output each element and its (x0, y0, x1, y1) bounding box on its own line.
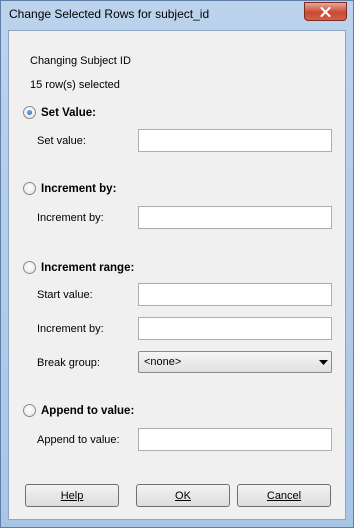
radio-button-increment-by[interactable] (23, 182, 36, 195)
dialog-window: Change Selected Rows for subject_id Chan… (0, 0, 354, 528)
radio-label-append: Append to value: (41, 404, 135, 417)
radio-label-increment-range: Increment range: (41, 261, 135, 274)
append-label: Append to value: (37, 434, 120, 446)
dropdown-arrow-icon[interactable] (315, 359, 331, 365)
radio-button-append[interactable] (23, 404, 36, 417)
set-value-label: Set value: (37, 135, 86, 147)
window-title: Change Selected Rows for subject_id (9, 7, 210, 21)
help-button[interactable]: Help (25, 484, 119, 507)
radio-set-value[interactable]: Set Value: (23, 106, 96, 119)
break-group-dropdown[interactable]: <none> (138, 351, 332, 373)
increment-by-input[interactable] (138, 206, 332, 229)
radio-label-set-value: Set Value: (41, 106, 96, 119)
dialog-body: Changing Subject ID 15 row(s) selected S… (8, 30, 346, 520)
start-value-label: Start value: (37, 289, 93, 301)
range-increment-input[interactable] (138, 317, 332, 340)
close-button[interactable] (304, 2, 347, 21)
break-group-label: Break group: (37, 357, 100, 369)
selection-count: 15 row(s) selected (30, 79, 120, 91)
heading-text: Changing Subject ID (30, 55, 131, 67)
radio-button-increment-range[interactable] (23, 261, 36, 274)
help-button-label: Help (60, 489, 84, 502)
ok-button[interactable]: OK (136, 484, 230, 507)
break-group-value: <none> (144, 356, 182, 368)
ok-button-label: OK (175, 489, 191, 502)
close-icon (320, 6, 331, 17)
radio-button-set-value[interactable] (23, 106, 36, 119)
increment-by-label: Increment by: (37, 212, 104, 224)
start-value-input[interactable] (138, 283, 332, 306)
set-value-input[interactable] (138, 129, 332, 152)
cancel-button[interactable]: Cancel (237, 484, 331, 507)
append-input[interactable] (138, 428, 332, 451)
title-bar[interactable]: Change Selected Rows for subject_id (1, 1, 353, 29)
cancel-button-label: Cancel (266, 489, 302, 502)
range-increment-label: Increment by: (37, 323, 104, 335)
radio-label-increment-by: Increment by: (41, 182, 117, 195)
radio-increment-range[interactable]: Increment range: (23, 261, 134, 274)
radio-append[interactable]: Append to value: (23, 404, 134, 417)
radio-increment-by[interactable]: Increment by: (23, 182, 116, 195)
